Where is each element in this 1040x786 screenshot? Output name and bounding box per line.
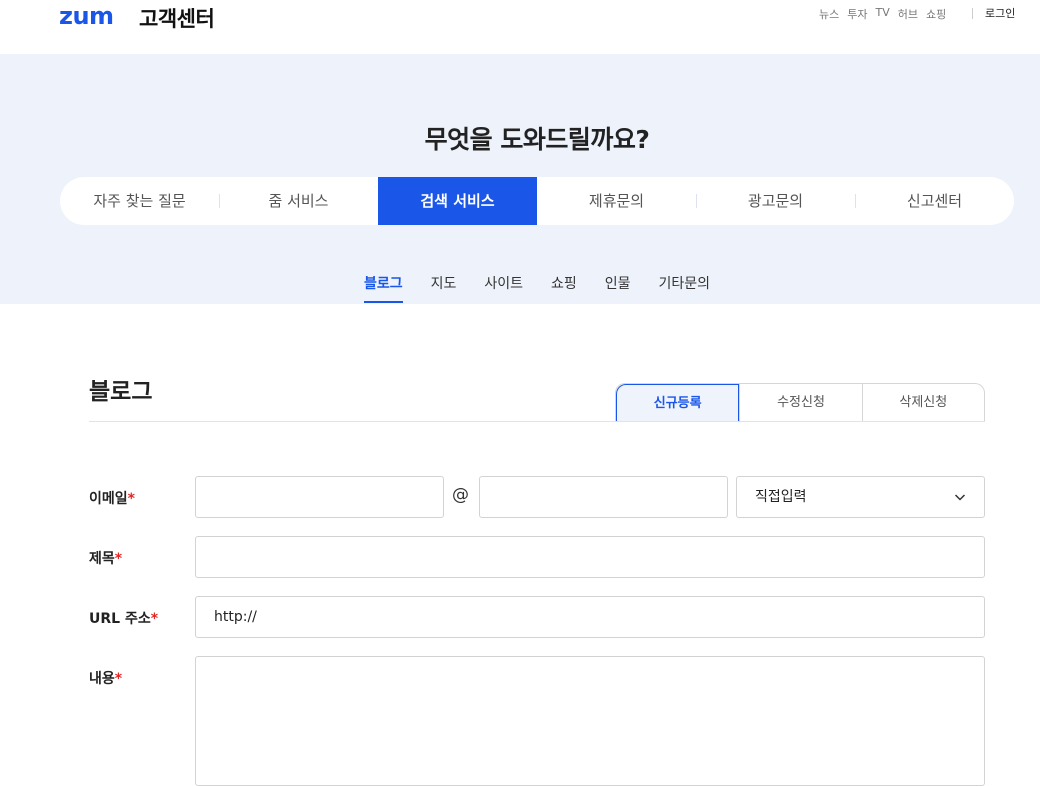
- required-mark: *: [127, 491, 135, 507]
- zum-logo[interactable]: zum: [59, 2, 114, 30]
- required-mark: *: [150, 611, 159, 627]
- url-input[interactable]: http://: [195, 596, 985, 638]
- request-type-tabs: 신규등록 수정신청 삭제신청: [615, 383, 985, 422]
- site-title[interactable]: 고객센터: [139, 3, 215, 33]
- email-at-sign: @: [452, 485, 469, 505]
- top-header: zum 고객센터 뉴스 투자 TV 허브 쇼핑 로그인: [0, 0, 1040, 54]
- tab-modify-request[interactable]: 수정신청: [739, 384, 861, 422]
- utility-links: 뉴스 투자 TV 허브 쇼핑: [819, 6, 946, 22]
- subtab-other[interactable]: 기타문의: [659, 273, 711, 303]
- chevron-down-icon: [954, 494, 966, 501]
- tab-delete-request[interactable]: 삭제신청: [861, 384, 984, 422]
- util-link-shopping[interactable]: 쇼핑: [926, 6, 946, 22]
- content-textarea[interactable]: [195, 656, 985, 786]
- util-link-news[interactable]: 뉴스: [819, 6, 839, 22]
- email-domain-input[interactable]: [479, 476, 728, 518]
- required-mark: *: [114, 671, 123, 687]
- hero-section: 무엇을 도와드릴까요? 자주 찾는 질문 줌 서비스 검색 서비스 제휴문의 광…: [0, 54, 1040, 304]
- title-label-text: 제목: [89, 551, 115, 567]
- title-input[interactable]: [195, 536, 985, 578]
- search-subtabs: 블로그 지도 사이트 쇼핑 인물 기타문의: [0, 273, 1040, 303]
- category-nav: 자주 찾는 질문 줌 서비스 검색 서비스 제휴문의 광고문의 신고센터: [60, 177, 1014, 225]
- subtab-person[interactable]: 인물: [605, 273, 631, 303]
- util-divider: [972, 8, 973, 19]
- url-label-text: URL 주소: [89, 611, 151, 627]
- subtab-blog[interactable]: 블로그: [363, 273, 403, 303]
- login-link[interactable]: 로그인: [985, 5, 1015, 21]
- subtab-site[interactable]: 사이트: [484, 273, 523, 303]
- category-faq[interactable]: 자주 찾는 질문: [60, 177, 219, 225]
- email-domain-select-value: 직접입력: [755, 489, 807, 505]
- title-label: 제목*: [89, 548, 122, 568]
- hero-title: 무엇을 도와드릴까요?: [424, 125, 650, 154]
- subtab-map[interactable]: 지도: [431, 273, 457, 303]
- required-mark: *: [114, 551, 123, 567]
- category-advertising[interactable]: 광고문의: [696, 177, 855, 225]
- util-link-tv[interactable]: TV: [876, 6, 890, 22]
- tab-new-registration[interactable]: 신규등록: [616, 384, 740, 422]
- email-label-text: 이메일: [89, 491, 128, 507]
- category-partnership[interactable]: 제휴문의: [537, 177, 696, 225]
- content-label-text: 내용: [89, 671, 115, 687]
- category-search-service[interactable]: 검색 서비스: [378, 177, 537, 225]
- url-input-value: http://: [214, 609, 257, 625]
- content-label: 내용*: [89, 668, 122, 688]
- email-id-input[interactable]: [195, 476, 444, 518]
- email-label: 이메일*: [89, 488, 135, 508]
- subtab-shopping[interactable]: 쇼핑: [551, 273, 577, 303]
- util-link-invest[interactable]: 투자: [847, 6, 867, 22]
- category-zum-service[interactable]: 줌 서비스: [219, 177, 378, 225]
- category-report-center[interactable]: 신고센터: [855, 177, 1014, 225]
- util-link-hub[interactable]: 허브: [898, 6, 918, 22]
- section-title: 블로그: [89, 379, 153, 405]
- email-domain-select[interactable]: 직접입력: [736, 476, 985, 518]
- url-label: URL 주소*: [89, 608, 158, 628]
- section-divider: [89, 421, 985, 422]
